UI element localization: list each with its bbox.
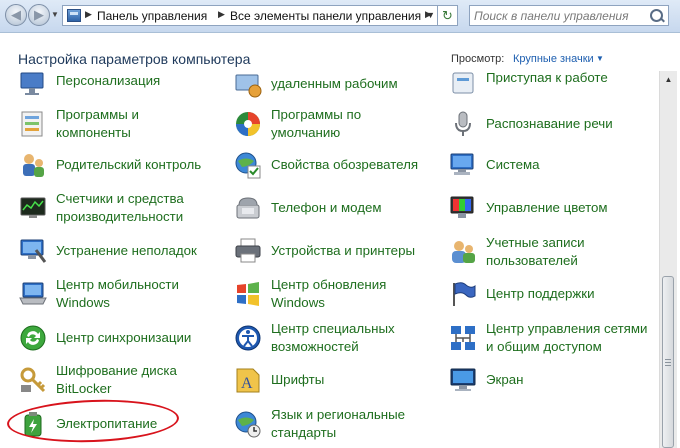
system-icon [448, 150, 478, 180]
item-ease-of-access[interactable]: Центр специальных возможностей [233, 319, 443, 357]
internet-options-icon [233, 150, 263, 180]
remoteapp-icon [233, 71, 263, 99]
refresh-icon: ↻ [442, 8, 453, 23]
item-remoteapp[interactable]: удаленным рабочим [233, 71, 443, 99]
item-sync-center[interactable]: Центр синхронизации [18, 319, 218, 357]
default-programs-icon [233, 109, 263, 139]
breadcrumb-control-panel[interactable]: Панель управления [97, 9, 207, 23]
fonts-icon: A [233, 365, 263, 395]
item-programs-and-features[interactable]: Программы и компоненты [18, 105, 218, 143]
bitlocker-icon [18, 365, 48, 395]
item-performance[interactable]: Счетчики и средства производительности [18, 189, 218, 227]
getting-started-icon [448, 71, 478, 99]
view-by-dropdown[interactable]: Крупные значки [513, 53, 594, 65]
ease-of-access-icon [233, 323, 263, 353]
back-button[interactable]: ◀ [5, 4, 27, 26]
item-windows-update[interactable]: Центр обновления Windows [233, 275, 443, 313]
page-title: Настройка параметров компьютера [18, 51, 251, 67]
breadcrumb-separator-icon[interactable]: ▶ [218, 9, 225, 20]
action-center-flag-icon [448, 279, 478, 309]
item-action-center[interactable]: Центр поддержки [448, 275, 658, 313]
refresh-button[interactable]: ↻ [437, 5, 458, 26]
header: Настройка параметров компьютера Просмотр… [0, 33, 680, 71]
item-troubleshooting[interactable]: Устранение неполадок [18, 233, 218, 269]
address-history-dropdown-icon[interactable]: ▼ [426, 10, 435, 20]
printer-icon [233, 236, 263, 266]
network-center-icon [448, 323, 478, 353]
vertical-scrollbar[interactable]: ▲ [659, 71, 677, 448]
item-getting-started[interactable]: Приступая к работе [448, 71, 658, 99]
troubleshooting-icon [18, 236, 48, 266]
personalization-icon [18, 71, 48, 99]
recent-pages-dropdown[interactable]: ▼ [51, 10, 59, 19]
color-management-icon [448, 193, 478, 223]
item-network-sharing-center[interactable]: Центр управления сетями и общим доступом [448, 319, 658, 357]
forward-arrow-icon: ▶ [34, 7, 44, 22]
scrollbar-thumb[interactable] [662, 276, 674, 448]
address-bar: ◀ ▶ ▼ ▶ Панель управления ▶ Все элементы… [0, 0, 680, 33]
region-language-icon [233, 409, 263, 439]
item-user-accounts[interactable]: Учетные записи пользователей [448, 233, 658, 271]
user-accounts-icon [448, 237, 478, 267]
item-region-and-language[interactable]: Язык и региональные стандарты [233, 405, 443, 443]
item-phone-and-modem[interactable]: Телефон и модем [233, 189, 443, 227]
svg-text:A: A [241, 375, 253, 392]
mobility-center-icon [18, 279, 48, 309]
display-icon [448, 365, 478, 395]
item-devices-and-printers[interactable]: Устройства и принтеры [233, 233, 443, 269]
control-panel-icon [67, 9, 81, 22]
item-parental-controls[interactable]: Родительский контроль [18, 147, 218, 183]
search-input[interactable] [474, 8, 644, 23]
scroll-up-icon[interactable]: ▲ [660, 71, 677, 88]
item-bitlocker[interactable]: Шифрование диска BitLocker [18, 361, 218, 399]
view-by-label: Просмотр: [451, 53, 505, 65]
back-arrow-icon: ◀ [11, 7, 21, 22]
phone-modem-icon [233, 193, 263, 223]
search-box[interactable] [469, 5, 669, 26]
forward-button[interactable]: ▶ [28, 4, 50, 26]
item-system[interactable]: Система [448, 147, 658, 183]
item-internet-options[interactable]: Свойства обозревателя [233, 147, 443, 183]
search-icon[interactable] [650, 9, 663, 22]
item-fonts[interactable]: A Шрифты [233, 361, 443, 399]
windows-update-icon [233, 279, 263, 309]
sync-center-icon [18, 323, 48, 353]
performance-icon [18, 193, 48, 223]
breadcrumb-all-items[interactable]: Все элементы панели управления [230, 9, 421, 23]
microphone-icon [448, 109, 478, 139]
programs-icon [18, 109, 48, 139]
item-default-programs[interactable]: Программы по умолчанию [233, 105, 443, 143]
parental-controls-icon [18, 150, 48, 180]
item-speech-recognition[interactable]: Распознавание речи [448, 105, 658, 143]
control-panel-items: Персонализация удаленным рабочим Приступ… [0, 71, 659, 448]
item-mobility-center[interactable]: Центр мобильности Windows [18, 275, 218, 313]
item-personalization[interactable]: Персонализация [18, 71, 218, 99]
breadcrumb[interactable]: ▶ Панель управления ▶ Все элементы панел… [62, 5, 458, 26]
item-display[interactable]: Экран [448, 361, 658, 399]
breadcrumb-separator-icon[interactable]: ▶ [85, 9, 92, 20]
view-by-chevron-down-icon[interactable]: ▼ [596, 54, 604, 63]
item-color-management[interactable]: Управление цветом [448, 189, 658, 227]
